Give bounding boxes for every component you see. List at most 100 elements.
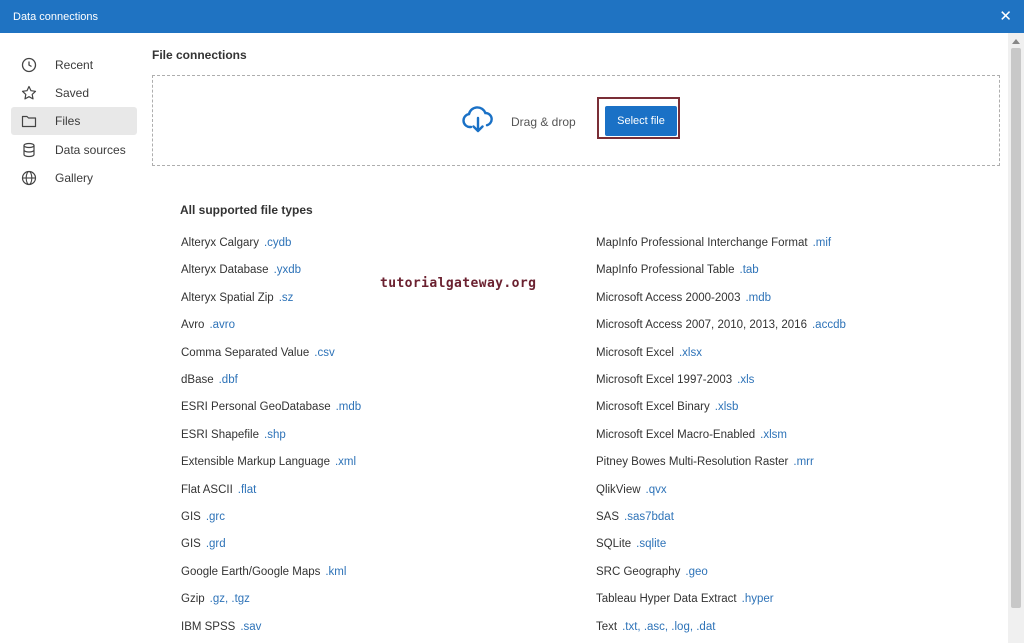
file-type-name: GIS	[181, 538, 201, 551]
file-type-item: MapInfo Professional Table .tab	[596, 264, 759, 276]
file-type-name: SRC Geography	[596, 565, 681, 578]
file-type-extension: .sav	[240, 620, 262, 633]
file-type-name: Microsoft Excel Macro-Enabled	[596, 428, 756, 441]
file-type-name: ESRI Shapefile	[181, 428, 259, 441]
file-type-name: Tableau Hyper Data Extract	[596, 593, 737, 606]
file-type-extension: .kml	[325, 565, 347, 578]
file-type-item: Microsoft Excel Macro-Enabled .xlsm	[596, 429, 787, 441]
file-type-name: SQLite	[596, 538, 632, 551]
file-type-extension: .avro	[209, 319, 236, 332]
file-type-item: Tableau Hyper Data Extract .hyper	[596, 593, 774, 605]
title-bar: Data connections ✕	[0, 0, 1024, 33]
vertical-scrollbar[interactable]	[1008, 33, 1024, 643]
file-type-item: Pitney Bowes Multi-Resolution Raster .mrr	[596, 456, 814, 468]
sidebar-item-label: Files	[55, 114, 81, 128]
file-type-extension: .accdb	[811, 319, 846, 332]
watermark: tutorialgateway.org	[380, 276, 537, 291]
file-type-name: MapInfo Professional Interchange Format	[596, 237, 808, 249]
file-type-item: Text .txt, .asc, .log, .dat	[596, 621, 715, 633]
star-icon	[21, 85, 37, 100]
file-type-extension: .mif	[812, 237, 832, 249]
file-type-extension: .sqlite	[636, 538, 667, 551]
file-type-extension: .csv	[314, 346, 335, 359]
file-type-extension: .sas7bdat	[624, 511, 674, 523]
file-type-extension: .xml	[334, 456, 357, 469]
file-type-name: Alteryx Calgary	[181, 237, 259, 249]
sidebar-item-files[interactable]: Files	[11, 107, 137, 135]
database-icon	[23, 142, 35, 158]
file-type-extension: .mdb	[335, 401, 362, 414]
file-type-name: Flat ASCII	[181, 483, 233, 496]
file-type-name: Text	[596, 620, 618, 633]
close-icon[interactable]: ✕	[999, 7, 1012, 25]
file-type-name: Microsoft Access 2007, 2010, 2013, 2016	[596, 319, 807, 332]
file-type-item: SRC Geography .geo	[596, 566, 708, 578]
file-type-item: Avro .avro	[181, 319, 235, 331]
file-type-name: SAS	[596, 511, 620, 523]
file-type-item: Microsoft Access 2007, 2010, 2013, 2016.…	[596, 319, 846, 331]
file-type-extension: .flat	[237, 483, 257, 496]
file-type-item: Gzip .gz, .tgz	[181, 593, 250, 605]
sidebar-item-label: Recent	[55, 58, 94, 72]
file-type-item: SQLite .sqlite	[596, 538, 666, 550]
file-type-item: QlikView .qvx	[596, 484, 667, 496]
sidebar-item-gallery[interactable]: Gallery	[11, 164, 137, 192]
file-type-item: Flat ASCII .flat	[181, 484, 256, 496]
file-type-name: Microsoft Excel 1997-2003	[596, 374, 733, 386]
file-type-name: Extensible Markup Language	[181, 456, 330, 469]
file-type-extension: .sz	[278, 291, 294, 304]
window-title: Data connections	[13, 11, 98, 23]
file-type-extension: .mrr	[793, 456, 814, 469]
globe-icon	[21, 170, 37, 186]
file-type-name: Pitney Bowes Multi-Resolution Raster	[596, 456, 789, 469]
file-type-item: Comma Separated Value .csv	[181, 347, 335, 359]
file-type-item: GIS .grc	[181, 511, 225, 523]
file-type-name: QlikView	[596, 483, 641, 496]
file-type-extension: .geo	[685, 565, 708, 578]
file-type-extension: .mdb	[745, 291, 772, 304]
file-type-item: ESRI Shapefile .shp	[181, 429, 286, 441]
select-file-button[interactable]: Select file	[605, 106, 677, 136]
main-panel: File connections Drag & drop Select file…	[150, 33, 1008, 643]
file-dropzone[interactable]: Drag & drop Select file	[152, 75, 1000, 166]
file-type-item: Extensible Markup Language .xml	[181, 456, 356, 468]
file-type-item: Microsoft Excel Binary .xlsb	[596, 401, 738, 413]
clock-icon	[21, 57, 37, 73]
file-type-extension: .grc	[205, 511, 225, 523]
file-type-name: Google Earth/Google Maps	[181, 565, 321, 578]
file-type-name: Alteryx Spatial Zip	[181, 291, 274, 304]
file-type-extension: .gz, .tgz	[209, 593, 250, 606]
file-type-name: Comma Separated Value	[181, 346, 310, 359]
supported-types-title: All supported file types	[180, 203, 313, 217]
file-type-name: Microsoft Access 2000-2003	[596, 291, 741, 304]
file-type-item: Alteryx Database .yxdb	[181, 264, 301, 276]
file-type-extension: .yxdb	[273, 264, 302, 277]
cloud-download-icon	[462, 106, 493, 133]
scrollbar-thumb[interactable]	[1011, 48, 1021, 608]
file-type-item: SAS .sas7bdat	[596, 511, 674, 523]
scroll-up-icon[interactable]	[1012, 39, 1020, 44]
file-type-extension: .dbf	[218, 374, 238, 386]
file-type-name: MapInfo Professional Table	[596, 264, 735, 277]
file-type-extension: .cydb	[263, 237, 292, 249]
file-type-item: Google Earth/Google Maps .kml	[181, 566, 346, 578]
file-type-name: Alteryx Database	[181, 264, 269, 277]
sidebar-item-saved[interactable]: Saved	[11, 79, 137, 107]
sidebar-item-label: Data sources	[55, 143, 126, 157]
file-type-extension: .qvx	[645, 483, 667, 496]
file-type-name: dBase	[181, 374, 214, 386]
file-type-name: IBM SPSS	[181, 620, 236, 633]
file-type-item: Alteryx Spatial Zip .sz	[181, 292, 293, 304]
file-type-item: Microsoft Excel 1997-2003 .xls	[596, 374, 754, 386]
file-type-extension: .xls	[737, 374, 755, 386]
file-type-extension: .hyper	[741, 593, 774, 606]
file-type-extension: .xlsm	[760, 428, 787, 441]
file-type-name: Gzip	[181, 593, 205, 606]
file-type-name: ESRI Personal GeoDatabase	[181, 401, 331, 414]
sidebar: Recent Saved Files Data sources Gallery	[0, 33, 140, 643]
file-type-name: Microsoft Excel	[596, 346, 674, 359]
file-type-item: Microsoft Excel .xlsx	[596, 347, 702, 359]
sidebar-item-label: Saved	[55, 86, 90, 100]
sidebar-item-data-sources[interactable]: Data sources	[11, 136, 137, 164]
sidebar-item-recent[interactable]: Recent	[11, 51, 137, 79]
